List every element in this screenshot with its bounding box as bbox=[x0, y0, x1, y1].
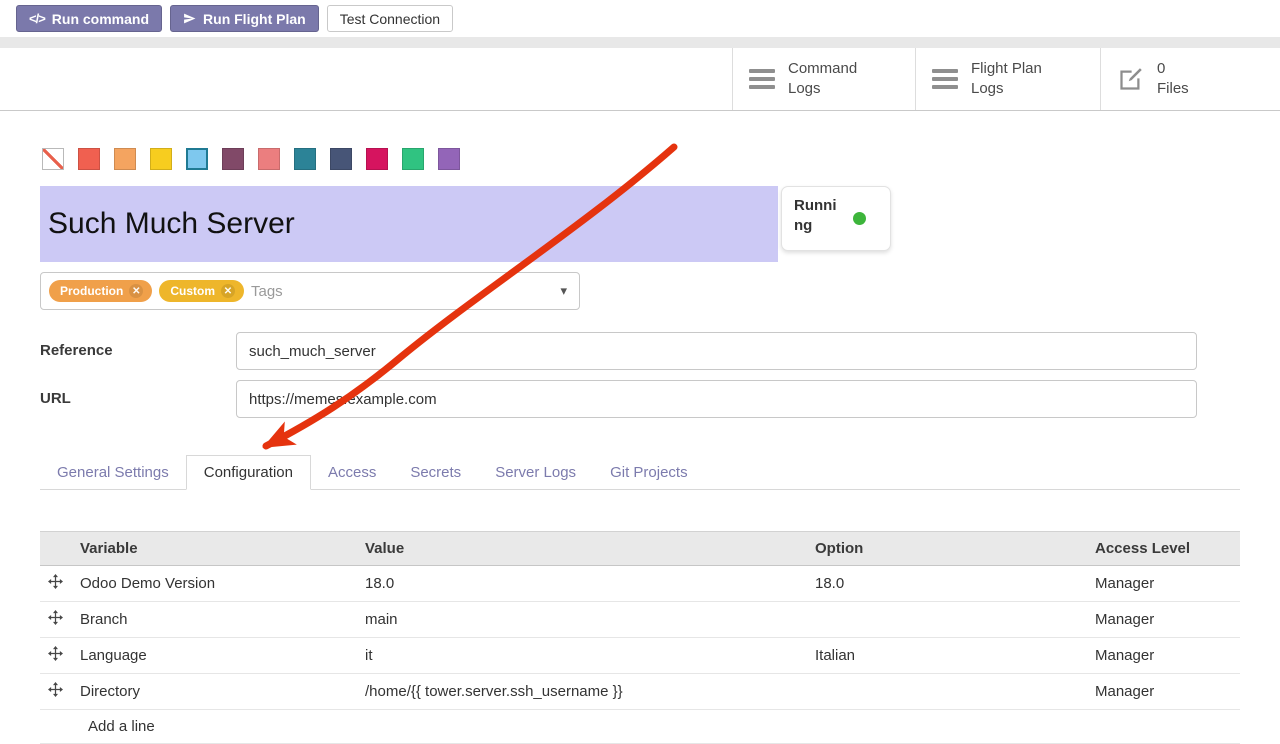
cell-variable[interactable]: Directory bbox=[70, 674, 355, 710]
table-header-row: Variable Value Option Access Level bbox=[40, 532, 1240, 566]
run-command-label: Run command bbox=[52, 11, 149, 27]
reference-label: Reference bbox=[40, 332, 236, 359]
tab-general-settings[interactable]: General Settings bbox=[40, 456, 186, 489]
run-flight-plan-button[interactable]: Run Flight Plan bbox=[170, 5, 319, 32]
drag-handle-icon[interactable] bbox=[40, 602, 70, 638]
table-row: Directory /home/{{ tower.server.ssh_user… bbox=[40, 674, 1240, 710]
swatch-green[interactable] bbox=[402, 148, 424, 170]
url-label: URL bbox=[40, 380, 236, 407]
swatch-raspberry[interactable] bbox=[366, 148, 388, 170]
test-connection-label: Test Connection bbox=[340, 11, 440, 27]
swatch-teal[interactable] bbox=[294, 148, 316, 170]
cell-access-level[interactable]: Manager bbox=[1085, 638, 1240, 674]
drag-handle-icon[interactable] bbox=[40, 566, 70, 602]
status-indicator[interactable]: Running bbox=[781, 186, 891, 251]
code-icon: </> bbox=[29, 11, 45, 26]
title-row: Such Much Server Running bbox=[40, 186, 1240, 262]
list-icon bbox=[932, 69, 958, 89]
remove-tag-icon[interactable]: ✕ bbox=[129, 284, 143, 298]
url-row: URL bbox=[40, 380, 1240, 418]
cell-value[interactable]: it bbox=[355, 638, 805, 674]
table-row: Odoo Demo Version 18.0 18.0 Manager bbox=[40, 566, 1240, 602]
column-header-option: Option bbox=[805, 532, 1085, 566]
flight-plan-logs-button[interactable]: Flight Plan Logs bbox=[915, 48, 1100, 110]
table-row: Branch main Manager bbox=[40, 602, 1240, 638]
cell-value[interactable]: 18.0 bbox=[355, 566, 805, 602]
files-count: 0 bbox=[1157, 59, 1189, 79]
files-label: Files bbox=[1157, 79, 1189, 99]
cell-access-level[interactable]: Manager bbox=[1085, 602, 1240, 638]
pencil-square-icon bbox=[1117, 66, 1144, 93]
tags-placeholder: Tags bbox=[251, 283, 283, 300]
cell-access-level[interactable]: Manager bbox=[1085, 674, 1240, 710]
separator-band bbox=[0, 37, 1280, 48]
add-line-row: Add a line bbox=[40, 710, 1240, 744]
drag-handle-icon[interactable] bbox=[40, 638, 70, 674]
tags-field[interactable]: Production ✕ Custom ✕ Tags ▾ bbox=[40, 272, 580, 310]
cell-value[interactable]: /home/{{ tower.server.ssh_username }} bbox=[355, 674, 805, 710]
command-logs-label: Command Logs bbox=[788, 59, 872, 100]
files-button[interactable]: 0 Files bbox=[1100, 48, 1280, 110]
add-a-line-link[interactable]: Add a line bbox=[40, 710, 1240, 744]
tab-server-logs[interactable]: Server Logs bbox=[478, 456, 593, 489]
status-label: Running bbox=[794, 196, 844, 241]
column-header-access-level: Access Level bbox=[1085, 532, 1240, 566]
color-picker bbox=[40, 148, 1240, 170]
swatch-salmon-pink[interactable] bbox=[258, 148, 280, 170]
swatch-light-blue-selected[interactable] bbox=[186, 148, 208, 170]
tag-custom: Custom ✕ bbox=[159, 280, 244, 302]
chevron-down-icon[interactable]: ▾ bbox=[560, 283, 567, 299]
swatch-orange[interactable] bbox=[114, 148, 136, 170]
flight-plan-logs-label: Flight Plan Logs bbox=[971, 59, 1055, 100]
cell-option[interactable] bbox=[805, 602, 1085, 638]
tab-access[interactable]: Access bbox=[311, 456, 393, 489]
notebook-tabs: General Settings Configuration Access Se… bbox=[40, 455, 1240, 490]
test-connection-button[interactable]: Test Connection bbox=[327, 5, 453, 32]
cell-variable[interactable]: Odoo Demo Version bbox=[70, 566, 355, 602]
swatch-purple[interactable] bbox=[438, 148, 460, 170]
swatch-red[interactable] bbox=[78, 148, 100, 170]
cell-option[interactable] bbox=[805, 674, 1085, 710]
swatch-no-color[interactable] bbox=[42, 148, 64, 170]
column-header-variable: Variable bbox=[70, 532, 355, 566]
cell-variable[interactable]: Language bbox=[70, 638, 355, 674]
cell-option[interactable]: 18.0 bbox=[805, 566, 1085, 602]
reference-row: Reference bbox=[40, 332, 1240, 370]
run-flight-plan-label: Run Flight Plan bbox=[203, 11, 306, 27]
remove-tag-icon[interactable]: ✕ bbox=[221, 284, 235, 298]
table-row: Language it Italian Manager bbox=[40, 638, 1240, 674]
top-toolbar: </> Run command Run Flight Plan Test Con… bbox=[0, 0, 1280, 37]
swatch-dark-purple[interactable] bbox=[222, 148, 244, 170]
form-sheet: Such Much Server Running Production ✕ Cu… bbox=[0, 148, 1280, 744]
tag-production-label: Production bbox=[60, 284, 123, 298]
tag-production: Production ✕ bbox=[49, 280, 152, 302]
page: </> Run command Run Flight Plan Test Con… bbox=[0, 0, 1280, 744]
column-header-value: Value bbox=[355, 532, 805, 566]
cell-access-level[interactable]: Manager bbox=[1085, 566, 1240, 602]
files-count-label: 0 Files bbox=[1157, 59, 1189, 100]
tab-git-projects[interactable]: Git Projects bbox=[593, 456, 705, 489]
configuration-table: Variable Value Option Access Level Odoo … bbox=[40, 531, 1240, 744]
tab-secrets[interactable]: Secrets bbox=[393, 456, 478, 489]
cell-value[interactable]: main bbox=[355, 602, 805, 638]
swatch-dark-blue[interactable] bbox=[330, 148, 352, 170]
form-header: Command Logs Flight Plan Logs 0 Files bbox=[0, 48, 1280, 111]
paper-plane-icon bbox=[183, 12, 196, 25]
url-input[interactable] bbox=[236, 380, 1197, 418]
swatch-yellow[interactable] bbox=[150, 148, 172, 170]
server-name-field[interactable]: Such Much Server bbox=[40, 186, 778, 262]
run-command-button[interactable]: </> Run command bbox=[16, 5, 162, 32]
command-logs-button[interactable]: Command Logs bbox=[732, 48, 915, 110]
cell-option[interactable]: Italian bbox=[805, 638, 1085, 674]
tag-custom-label: Custom bbox=[170, 284, 215, 298]
drag-handle-icon[interactable] bbox=[40, 674, 70, 710]
reference-input[interactable] bbox=[236, 332, 1197, 370]
list-icon bbox=[749, 69, 775, 89]
tab-configuration[interactable]: Configuration bbox=[186, 455, 311, 490]
server-name: Such Much Server bbox=[48, 207, 295, 241]
handle-column-header bbox=[40, 532, 70, 566]
status-dot-icon bbox=[853, 212, 866, 225]
cell-variable[interactable]: Branch bbox=[70, 602, 355, 638]
